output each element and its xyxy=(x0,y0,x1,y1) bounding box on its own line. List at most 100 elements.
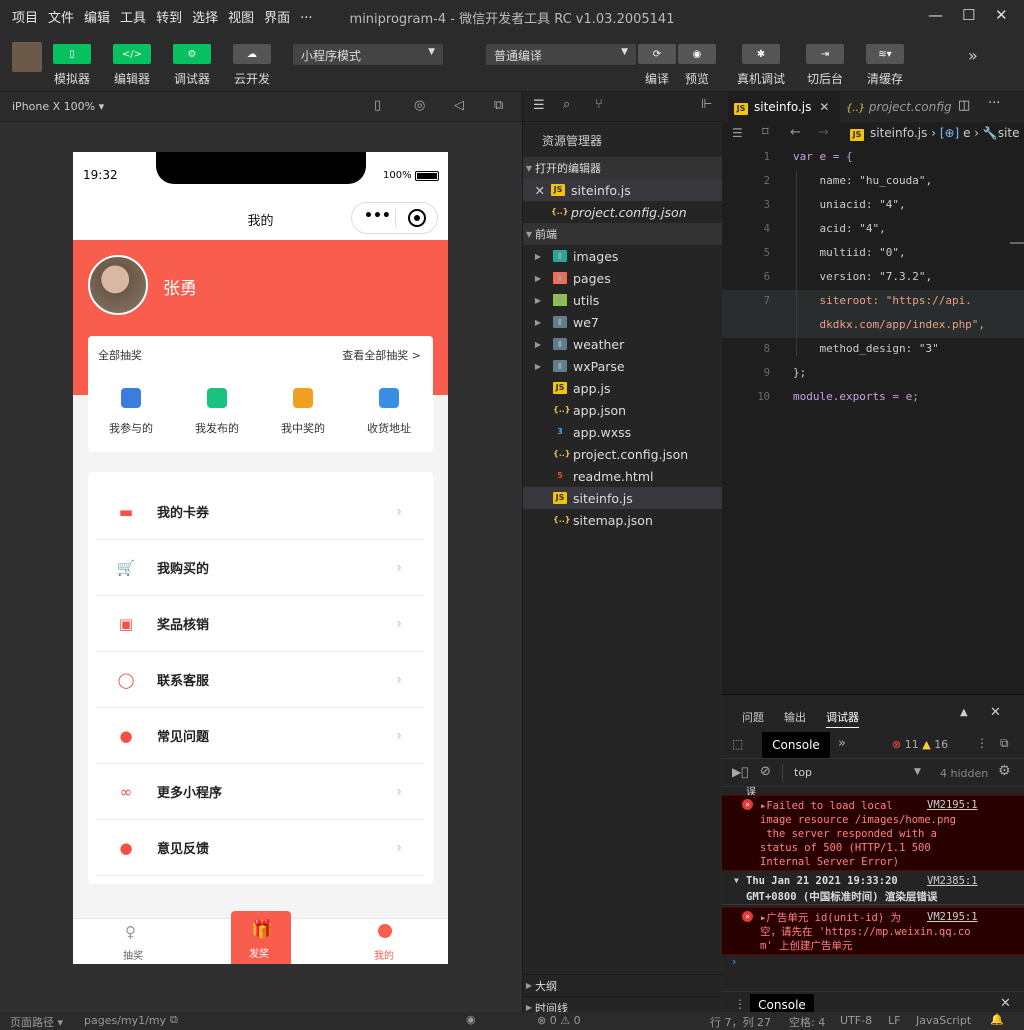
code-line[interactable]: 2 name: "hu_couda", xyxy=(722,170,1024,194)
minimize-icon[interactable]: — xyxy=(928,6,943,24)
gear-icon[interactable]: ⚙ xyxy=(998,763,1011,779)
language-mode[interactable]: JavaScript xyxy=(916,1014,971,1027)
code-line[interactable]: dkdkx.com/app/index.php", xyxy=(722,314,1024,338)
more-icon[interactable]: » xyxy=(968,46,978,65)
bug-icon[interactable]: ✱ xyxy=(742,44,780,64)
console-tab[interactable]: Console xyxy=(762,732,830,758)
tab-debugger[interactable]: 调试器 xyxy=(826,709,859,728)
tree-item[interactable]: {..} project.config.json xyxy=(523,443,723,465)
menu-item[interactable]: ▣ 奖品核销 › xyxy=(97,596,424,652)
user-tab-icon[interactable] xyxy=(378,924,392,938)
menu-item[interactable]: 选择 xyxy=(192,7,218,26)
search-icon[interactable]: ⌕ xyxy=(563,97,570,112)
chevron-down-icon[interactable]: ▼ xyxy=(914,767,921,777)
popout-icon[interactable]: ⧉ xyxy=(494,98,503,113)
debugger-icon[interactable]: ⚙ xyxy=(173,44,211,64)
tree-item[interactable]: 5 readme.html xyxy=(523,465,723,487)
device-select[interactable]: iPhone X 100% ▾ xyxy=(12,100,104,113)
refresh-icon[interactable]: ⟳ xyxy=(638,44,676,64)
real-debug-button[interactable]: 真机调试 xyxy=(732,70,790,87)
menu-item[interactable]: 🛒 我购买的 › xyxy=(97,540,424,596)
code-line[interactable]: 3 uniacid: "4", xyxy=(722,194,1024,218)
menu-item[interactable]: ▬ 我的卡券 › xyxy=(97,484,424,540)
breadcrumb-file[interactable]: JS siteinfo.js › [⊕] e › 🔧site xyxy=(850,126,1020,141)
bell-icon[interactable]: 🔔 xyxy=(990,1013,1004,1026)
tree-item[interactable]: ▶ ▮ images xyxy=(523,245,723,267)
background-button[interactable]: 切后台 xyxy=(800,70,850,87)
console-group[interactable]: ▼ Thu Jan 21 2021 19:33:20 GMT+0800 (中国标… xyxy=(722,873,1024,905)
simulator-icon[interactable]: ▯ xyxy=(53,44,91,64)
eye-icon[interactable]: ◉ xyxy=(466,1013,476,1026)
bookmark-icon[interactable]: ⌑ xyxy=(762,125,769,140)
tree-item[interactable]: ▶ ▮ wxParse xyxy=(523,355,723,377)
menu-item[interactable]: 编辑 xyxy=(84,7,110,26)
menu-item[interactable]: ● 常见问题 › xyxy=(97,708,424,764)
code-line[interactable]: 8 method_design: "3" xyxy=(722,338,1024,362)
tree-item[interactable]: ▶ ▮ we7 xyxy=(523,311,723,333)
maximize-icon[interactable]: ☐ xyxy=(962,6,975,24)
code-line[interactable]: 7 siteroot: "https://api. xyxy=(722,290,1024,314)
tree-item[interactable]: ▶ ▮ pages xyxy=(523,267,723,289)
chevron-up-icon[interactable]: ▲ xyxy=(960,707,968,718)
lottery-tab-icon[interactable]: ♀ xyxy=(125,923,136,941)
editor-icon[interactable]: </> xyxy=(113,44,151,64)
chevron-down-icon[interactable]: ▼ xyxy=(734,876,739,885)
mode-select[interactable]: 小程序模式 ▼ xyxy=(293,44,443,65)
more-tabs-icon[interactable]: » xyxy=(838,736,846,751)
avatar[interactable] xyxy=(12,42,42,72)
tab-problems[interactable]: 问题 xyxy=(742,709,764,725)
sidebar-toggle-icon[interactable]: ▶⃞ xyxy=(732,765,748,779)
layers-icon[interactable]: ≋▾ xyxy=(866,44,904,64)
debugger-button[interactable]: 调试器 xyxy=(167,70,217,87)
avatar[interactable] xyxy=(88,255,148,315)
close-icon[interactable]: ✕ xyxy=(990,705,1001,720)
close-capsule-icon[interactable] xyxy=(408,209,426,227)
code-line[interactable]: 1 var e = { xyxy=(722,146,1024,170)
code-line[interactable]: 6 version: "7.3.2", xyxy=(722,266,1024,290)
kebab-icon[interactable]: ⋮ xyxy=(734,997,746,1011)
collapse-icon[interactable]: ⊩ xyxy=(701,97,712,112)
scrollbar[interactable] xyxy=(1010,242,1024,244)
record-icon[interactable]: ◎ xyxy=(414,98,425,113)
open-file-project-config[interactable]: {..} project.config.json xyxy=(523,201,723,223)
tree-item[interactable]: {..} sitemap.json xyxy=(523,509,723,531)
view-all-lottery-link[interactable]: 查看全部抽奖 > xyxy=(342,347,421,363)
tree-item[interactable]: JS siteinfo.js xyxy=(523,487,723,509)
project-section[interactable]: ▼ 前端 xyxy=(523,223,723,245)
line-ending[interactable]: LF xyxy=(888,1014,900,1027)
tree-item[interactable]: ▶ ▮ utils xyxy=(523,289,723,311)
close-icon[interactable]: ✕ xyxy=(1000,996,1011,1011)
simulator-button[interactable]: 模拟器 xyxy=(47,70,97,87)
phone-icon[interactable]: ▯ xyxy=(374,98,381,113)
problems-status[interactable]: ⊗ 0 ⚠ 0 xyxy=(537,1014,581,1027)
clear-icon[interactable]: ⊘ xyxy=(760,764,771,779)
code-line[interactable]: 10 module.exports = e; xyxy=(722,386,1024,410)
capsule-menu[interactable]: ••• xyxy=(351,202,438,234)
outline-section[interactable]: ▶ 大纲 xyxy=(523,974,723,996)
tab-mine[interactable]: 我的 xyxy=(374,947,394,962)
volume-icon[interactable]: ◁ xyxy=(454,98,464,113)
menu-item[interactable]: 界面 xyxy=(264,7,290,26)
code-line[interactable]: 4 acid: "4", xyxy=(722,218,1024,242)
code-line[interactable]: 5 multiid: "0", xyxy=(722,242,1024,266)
compile-select[interactable]: 普通编译 ▼ xyxy=(486,44,636,65)
branch-icon[interactable]: ⑂ xyxy=(595,97,603,112)
menu-item[interactable]: ● 意见反馈 › xyxy=(97,820,424,876)
switch-background-icon[interactable]: ⇥ xyxy=(806,44,844,64)
cloud-icon[interactable]: ☁ xyxy=(233,44,271,64)
close-icon[interactable]: ✕ xyxy=(995,6,1008,24)
menu-item[interactable]: 转到 xyxy=(156,7,182,26)
split-editor-icon[interactable]: ◫ xyxy=(958,98,970,113)
menu-item[interactable]: 项目 xyxy=(12,7,38,26)
tab-siteinfo[interactable]: JS siteinfo.js ✕ xyxy=(728,92,840,122)
menu-item[interactable]: 工具 xyxy=(120,7,146,26)
clear-cache-button[interactable]: 清缓存 xyxy=(860,70,910,87)
preview-button[interactable]: 预览 xyxy=(677,70,717,87)
source-link[interactable]: VM2195:1 xyxy=(927,799,978,811)
inspect-icon[interactable]: ⬚ xyxy=(732,737,743,751)
open-editors-section[interactable]: ▼ 打开的编辑器 xyxy=(523,157,723,179)
console-prompt[interactable]: › xyxy=(732,955,736,968)
tab-publish[interactable]: 🎁 发奖 xyxy=(231,911,291,964)
lottery-item[interactable]: 收货地址 xyxy=(346,384,432,439)
more-icon[interactable]: ··· xyxy=(988,96,1000,111)
